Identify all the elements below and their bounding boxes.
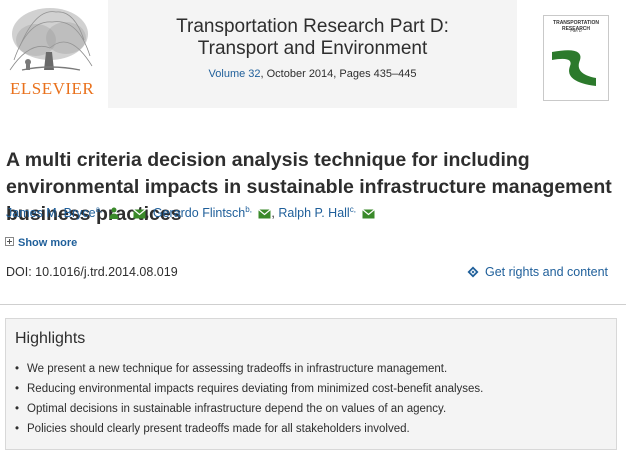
highlights-title: Highlights	[15, 330, 86, 347]
author-name[interactable]: Ralph P. Hall	[278, 206, 349, 220]
doi-link[interactable]: DOI: 10.1016/j.trd.2014.08.019	[6, 265, 178, 279]
mail-icon[interactable]	[362, 209, 376, 219]
journal-title[interactable]: Transportation Research Part D: Transpor…	[108, 16, 517, 60]
author-name[interactable]: Gerardo Flintsch	[153, 206, 245, 220]
journal-cover-thumbnail[interactable]: TRANSPORTATION RESEARCH Part D	[543, 15, 609, 101]
publisher-name: ELSEVIER	[10, 79, 95, 98]
journal-info: Transportation Research Part D: Transpor…	[108, 0, 517, 108]
rights-diamond-icon	[467, 266, 479, 278]
rights-label: Get rights and content	[485, 265, 608, 279]
author-affiliation[interactable]: c,	[350, 205, 356, 214]
show-more-label: Show more	[18, 237, 78, 249]
person-icon[interactable]	[109, 207, 119, 220]
list-item: Reducing environmental impacts requires …	[15, 379, 483, 399]
journal-banner: ELSEVIER Transportation Research Part D:…	[0, 0, 626, 108]
mail-icon[interactable]	[133, 209, 146, 219]
volume-link[interactable]: Volume 32	[209, 68, 261, 80]
list-item: Policies should clearly present tradeoff…	[15, 419, 483, 439]
author-affiliation[interactable]: b,	[245, 205, 252, 214]
show-more-button[interactable]: Show more	[5, 237, 77, 249]
mail-icon[interactable]	[258, 209, 272, 219]
list-item: Optimal decisions in sustainable infrast…	[15, 399, 483, 419]
highlights-list: We present a new technique for assessing…	[15, 359, 483, 439]
issue-info: , October 2014, Pages 435–445	[260, 68, 417, 80]
publisher-logo[interactable]: ELSEVIER	[0, 0, 102, 108]
section-divider	[0, 304, 626, 305]
get-rights-link[interactable]: Get rights and content	[467, 265, 608, 279]
cover-road-icon	[552, 50, 596, 86]
highlights-box: Highlights We present a new technique fo…	[5, 318, 617, 450]
journal-meta: Volume 32, October 2014, Pages 435–445	[108, 68, 517, 80]
author-name[interactable]: James M. Bryce	[6, 206, 96, 220]
expand-plus-icon	[5, 237, 14, 246]
list-item: We present a new technique for assessing…	[15, 359, 483, 379]
author-affiliation[interactable]: a,	[96, 205, 103, 214]
author-list: James M. Brycea, · , Gerardo Flintschb, …	[6, 205, 376, 220]
